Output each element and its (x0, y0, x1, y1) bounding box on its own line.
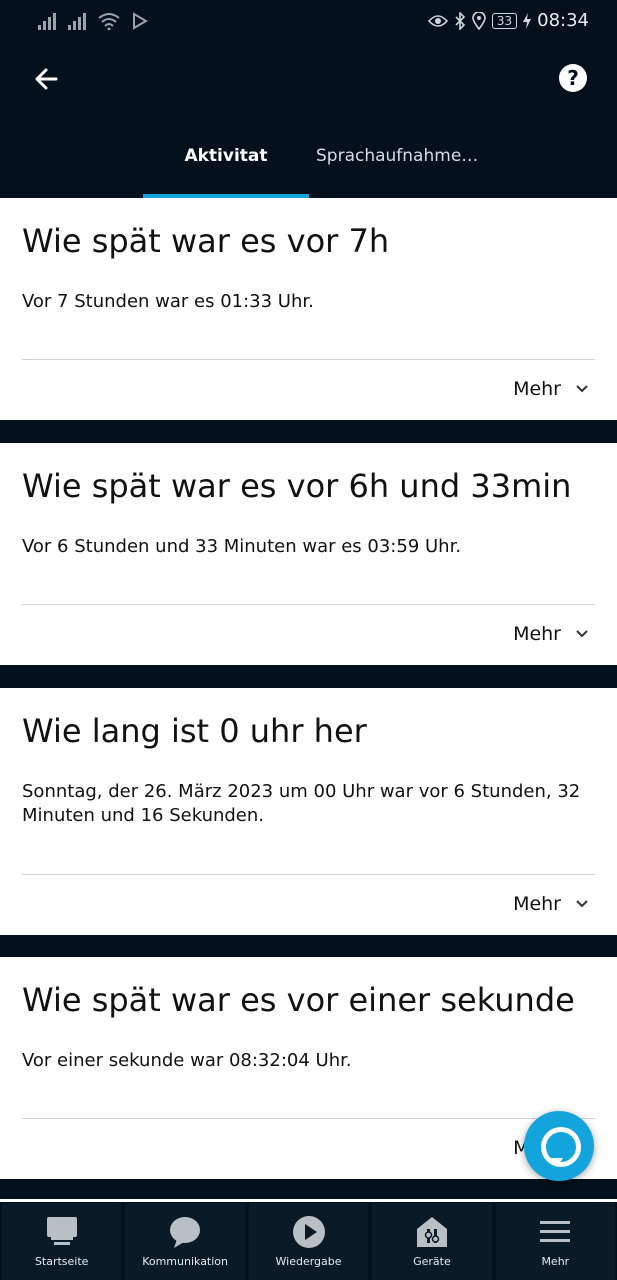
next-card-edge (0, 1199, 617, 1202)
card-response: Vor 6 Stunden und 33 Minuten war es 03:5… (22, 536, 462, 557)
chevron-down-icon (576, 630, 588, 638)
more-button[interactable]: Mehr (513, 623, 589, 645)
nav-label: Mehr (541, 1255, 570, 1268)
card-response: Sonntag, der 26. März 2023 um 00 Uhr war… (22, 781, 581, 826)
nav-label: Kommunikation (142, 1255, 229, 1268)
play-icon (292, 1216, 325, 1248)
status-left (38, 12, 148, 30)
more-label: Mehr (513, 378, 561, 400)
activity-card: Wie lang ist 0 uhr her Sonntag, der 26. … (0, 688, 617, 935)
cast-icon (133, 12, 148, 30)
nav-devices[interactable]: Geräte (372, 1203, 492, 1280)
nav-communication[interactable]: Kommunikation (125, 1203, 245, 1280)
divider (22, 359, 595, 360)
menu-icon (540, 1221, 571, 1242)
nav-play[interactable]: Wiedergabe (248, 1203, 369, 1280)
eye-icon (427, 14, 448, 27)
alexa-icon-tail (551, 1158, 563, 1167)
bottom-navigation: Startseite Kommunikation Wiedergabe Gerä… (0, 1203, 617, 1280)
card-title: Wie spät war es vor 7h (22, 222, 390, 260)
activity-card: Wie spät war es vor 7h Vor 7 Stunden war… (0, 198, 617, 420)
more-label: Mehr (513, 623, 561, 645)
card-response: Vor einer sekunde war 08:32:04 Uhr. (22, 1050, 352, 1071)
signal-icon (68, 12, 86, 30)
nav-more[interactable]: Mehr (495, 1203, 616, 1280)
battery-level: 33 (491, 12, 518, 29)
divider (22, 604, 595, 605)
nav-home[interactable]: Startseite (2, 1203, 122, 1280)
tab-voice-recordings[interactable]: Sprachaufnahme… (316, 146, 478, 166)
alexa-voice-button[interactable] (524, 1111, 594, 1181)
wifi-icon (98, 13, 120, 30)
more-button[interactable]: Mehr (513, 378, 589, 400)
chevron-down-icon (576, 900, 588, 908)
signal-icon (38, 12, 56, 30)
nav-label: Geräte (413, 1255, 451, 1268)
nav-label: Wiedergabe (275, 1255, 342, 1268)
tab-activity[interactable]: Aktivitat (143, 146, 309, 166)
chevron-down-icon (576, 385, 588, 393)
activity-card: Wie spät war es vor 6h und 33min Vor 6 S… (0, 443, 617, 665)
nav-label: Startseite (34, 1255, 89, 1268)
back-arrow-icon[interactable] (30, 62, 64, 96)
card-title: Wie lang ist 0 uhr her (22, 712, 367, 750)
help-icon[interactable]: ? (559, 64, 587, 92)
card-title: Wie spät war es vor 6h und 33min (22, 467, 572, 505)
bluetooth-icon (455, 11, 465, 30)
charging-icon (523, 12, 532, 29)
chat-icon (170, 1217, 201, 1248)
more-button[interactable]: Mehr (513, 893, 589, 915)
home-icon (46, 1217, 77, 1245)
card-response: Vor 7 Stunden war es 01:33 Uhr. (22, 291, 314, 312)
divider (22, 874, 595, 875)
location-icon (472, 11, 486, 30)
app-header: ? Aktivitat Sprachaufnahme… (0, 46, 617, 198)
divider (22, 1118, 595, 1119)
status-time: 08:34 (537, 10, 589, 31)
more-label: Mehr (513, 893, 561, 915)
card-title: Wie spät war es vor einer sekunde (22, 981, 575, 1019)
status-right: 33 08:34 (427, 10, 589, 31)
devices-icon (416, 1217, 447, 1247)
status-bar: 33 08:34 (0, 0, 617, 46)
